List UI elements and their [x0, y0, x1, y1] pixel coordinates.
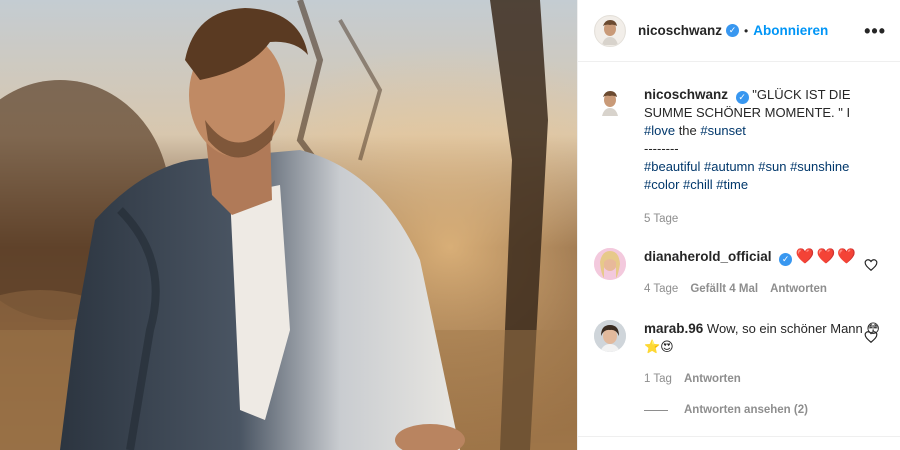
post-sidebar: nicoschwanz ✓ • Abonnieren ••• nicoschwa…: [577, 0, 900, 450]
like-comment-heart-icon[interactable]: [864, 258, 878, 272]
author-username[interactable]: nicoschwanz: [638, 23, 722, 38]
post-header: nicoschwanz ✓ • Abonnieren •••: [578, 0, 900, 62]
hashtag-autumn[interactable]: #autumn: [704, 159, 755, 174]
view-replies-button[interactable]: Antworten ansehen (2): [644, 404, 886, 416]
view-replies-line: [644, 409, 668, 411]
verified-badge-icon: ✓: [779, 253, 793, 266]
comment-item: dianaherold_official ✓ ❤️❤️❤️ 4 Tage Gef…: [594, 248, 886, 298]
reply-button[interactable]: Antworten: [770, 280, 827, 298]
comment-username[interactable]: marab.96: [644, 321, 703, 336]
comment-meta: 4 Tage Gefällt 4 Mal Antworten: [644, 280, 886, 298]
comment-text: Wow, so ein schöner Mann: [706, 321, 863, 336]
hashtag-time[interactable]: #time: [716, 177, 748, 192]
caption-avatar[interactable]: [594, 86, 626, 118]
caption-age[interactable]: 5 Tage: [644, 210, 678, 228]
comment-age[interactable]: 1 Tag: [644, 370, 672, 388]
header-separator: •: [744, 23, 749, 38]
caption-divider: --------: [644, 141, 679, 156]
commenter-avatar[interactable]: [594, 248, 626, 280]
comment-item: marab.96 Wow, so ein schöner Mann 😳⭐😍 1 …: [594, 320, 886, 388]
view-replies-label: Antworten ansehen (2): [684, 404, 808, 416]
caption-avatar-image: [596, 88, 624, 116]
verified-badge-icon: ✓: [726, 24, 740, 37]
post-photo[interactable]: [0, 0, 577, 450]
verified-badge-icon: ✓: [735, 91, 749, 104]
like-comment-heart-icon[interactable]: [864, 330, 878, 344]
more-options-icon[interactable]: •••: [864, 22, 886, 40]
hashtag-beautiful[interactable]: #beautiful: [644, 159, 700, 174]
hashtag-sunshine[interactable]: #sunshine: [790, 159, 849, 174]
caption-meta: 5 Tage: [644, 210, 886, 228]
commenter-avatar[interactable]: [594, 320, 626, 352]
caption-username[interactable]: nicoschwanz: [644, 87, 728, 102]
author-avatar-image: [596, 16, 624, 45]
header-user: nicoschwanz ✓ • Abonnieren: [638, 23, 828, 38]
reply-button[interactable]: Antworten: [684, 370, 741, 388]
caption-text-the: the: [675, 123, 701, 138]
author-avatar[interactable]: [594, 14, 626, 47]
hashtag-sunset[interactable]: #sunset: [700, 123, 746, 138]
comment-username[interactable]: dianaherold_official: [644, 249, 772, 264]
comment-text: ❤️❤️❤️: [795, 248, 858, 265]
comment-likes[interactable]: Gefällt 4 Mal: [690, 280, 758, 298]
comment-age[interactable]: 4 Tage: [644, 280, 678, 298]
hashtag-love[interactable]: #love: [644, 123, 675, 138]
post-photo-illustration: [0, 0, 577, 450]
hashtag-color[interactable]: #color: [644, 177, 679, 192]
hashtag-chill[interactable]: #chill: [683, 177, 713, 192]
commenter-avatar-image: [594, 320, 626, 352]
follow-button[interactable]: Abonnieren: [753, 23, 828, 38]
comment-body: dianaherold_official ✓ ❤️❤️❤️ 4 Tage Gef…: [644, 248, 886, 298]
comment-meta: 1 Tag Antworten: [644, 370, 886, 388]
caption-body: nicoschwanz ✓ "GLÜCK IST DIE SUMME SCHÖN…: [644, 86, 886, 228]
action-bar-edge: [578, 436, 900, 450]
commenter-avatar-image: [594, 248, 626, 280]
comments-list: nicoschwanz ✓ "GLÜCK IST DIE SUMME SCHÖN…: [578, 62, 900, 416]
caption: nicoschwanz ✓ "GLÜCK IST DIE SUMME SCHÖN…: [594, 86, 886, 228]
hashtag-sun[interactable]: #sun: [758, 159, 786, 174]
comment-body: marab.96 Wow, so ein schöner Mann 😳⭐😍 1 …: [644, 320, 886, 388]
